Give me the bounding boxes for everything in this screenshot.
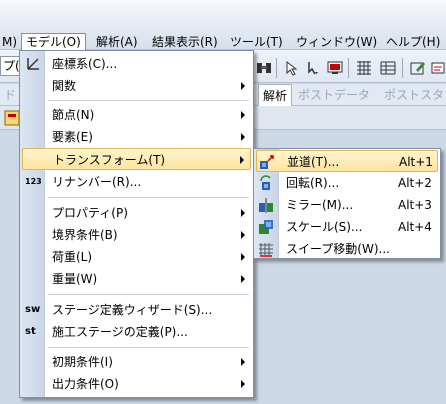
submenu-item-scale[interactable]: スケール(S)... Alt+4 <box>256 216 438 238</box>
menu-item-label: 施工ステージの定義(P)... <box>52 325 188 339</box>
renumber-icon: 123 <box>25 177 42 186</box>
menubar-item-partial[interactable]: M) <box>0 33 21 51</box>
model-menu: 座標系(C)... 関数 節点(N) 要素(E) トランスフォーム(T) 123… <box>19 50 254 398</box>
menu-item-label: 関数 <box>52 79 77 93</box>
menu-bar: M) モデル(O) 解析(A) 結果表示(R) ツール(T) ウィンドウ(W) … <box>0 0 446 51</box>
menu-item-functions[interactable]: 関数 <box>22 75 251 97</box>
menu-item-loads[interactable]: 荷重(L) <box>22 246 251 268</box>
submenu-item-label: スケール(S)... <box>286 220 363 234</box>
submenu-arrow-icon <box>241 82 245 90</box>
menu-item-properties[interactable]: プロパティ(P) <box>22 202 251 224</box>
menu-separator <box>48 197 249 198</box>
menu-item-label: リナンバー(R)... <box>52 175 142 189</box>
binoculars-icon[interactable] <box>256 60 272 76</box>
submenu-arrow-icon <box>241 380 245 388</box>
translate-icon <box>260 155 274 169</box>
menu-item-label: 要素(E) <box>52 130 93 144</box>
menu-item-construction-stage[interactable]: st 施工ステージの定義(P)... <box>22 321 251 343</box>
menu-item-label: 荷重(L) <box>52 250 93 264</box>
submenu-item-label: ミラー(M)... <box>286 198 354 212</box>
menu-item-boundary-conditions[interactable]: 境界条件(B) <box>22 224 251 246</box>
submenu-item-translate[interactable]: 並道(T)... Alt+1 <box>256 150 438 172</box>
submenu-arrow-icon <box>241 253 245 261</box>
menu-separator <box>48 347 249 348</box>
menu-item-label: 節点(N) <box>52 108 95 122</box>
shortcut-label: Alt+4 <box>398 220 432 234</box>
menu-item-nodes[interactable]: 節点(N) <box>22 104 251 126</box>
submenu-item-sweep[interactable]: スイープ移動(W)... <box>256 238 438 260</box>
menubar-item-window[interactable]: ウィンドウ(W) <box>292 33 381 51</box>
submenu-item-mirror[interactable]: ミラー(M)... Alt+3 <box>256 194 438 216</box>
menu-item-label: ステージ定義ウィザード(S)... <box>52 303 213 317</box>
toolbar-separator <box>348 58 349 78</box>
toolbar-separator <box>276 58 277 78</box>
menubar-item-model[interactable]: モデル(O) <box>21 33 86 51</box>
sweep-icon <box>259 243 273 257</box>
submenu-arrow-icon <box>241 209 245 217</box>
submenu-item-label: 並道(T)... <box>287 155 340 169</box>
monitor-icon[interactable] <box>327 60 343 76</box>
menu-item-weight[interactable]: 重量(W) <box>22 268 251 290</box>
menu-item-label: トランスフォーム(T) <box>53 153 166 167</box>
submenu-arrow-icon <box>241 275 245 283</box>
shortcut-label: Alt+2 <box>398 176 432 190</box>
scale-icon <box>259 220 273 234</box>
menubar-item-results[interactable]: 結果表示(R) <box>148 33 222 51</box>
menubar-item-help[interactable]: ヘルプ(H) <box>382 33 444 51</box>
menu-separator <box>48 100 249 101</box>
shortcut-label: Alt+3 <box>398 198 432 212</box>
menu-item-label: 境界条件(B) <box>52 228 118 242</box>
calculator-icon[interactable] <box>4 110 20 126</box>
menu-item-label: 座標系(C)... <box>52 57 118 71</box>
submenu-arrow-icon <box>241 358 245 366</box>
menu-item-label: 初期条件(I) <box>52 355 113 369</box>
rotate-icon <box>260 175 271 190</box>
stage-icon: st <box>25 326 36 337</box>
menubar-item-analysis[interactable]: 解析(A) <box>92 33 142 51</box>
menu-item-output-conditions[interactable]: 出力条件(O) <box>22 373 251 395</box>
grid-icon[interactable] <box>356 60 372 76</box>
menu-item-label: 出力条件(O) <box>52 377 119 391</box>
stage-wizard-icon: sw <box>25 304 41 315</box>
mirror-icon <box>259 198 273 213</box>
ribbon-tab-post-data[interactable]: ポストデータ <box>294 84 374 106</box>
ribbon-tab-post-style[interactable]: ポストスタ <box>380 84 446 106</box>
menu-item-label: プロパティ(P) <box>52 206 128 220</box>
shortcut-label: Alt+1 <box>399 155 433 169</box>
submenu-item-label: 回転(R)... <box>286 176 340 190</box>
ribbon-tab-analysis[interactable]: 解析 <box>258 84 293 106</box>
menu-item-initial-conditions[interactable]: 初期条件(I) <box>22 351 251 373</box>
toolbar-separator <box>402 58 403 78</box>
edit-icon[interactable] <box>410 60 426 76</box>
menu-item-label: 重量(W) <box>52 272 98 286</box>
transform-submenu: 並道(T)... Alt+1 回転(R)... Alt+2 ミラー(M)... … <box>253 148 441 259</box>
submenu-item-label: スイープ移動(W)... <box>286 242 390 256</box>
menu-separator <box>48 294 249 295</box>
menu-item-stage-wizard[interactable]: sw ステージ定義ウィザード(S)... <box>22 299 251 321</box>
table-icon[interactable] <box>380 60 396 76</box>
submenu-arrow-icon <box>240 156 244 164</box>
submenu-arrow-icon <box>241 133 245 141</box>
link-icon[interactable] <box>430 60 446 76</box>
menubar-item-tools[interactable]: ツール(T) <box>226 33 287 51</box>
menu-item-renumber[interactable]: 123 リナンバー(R)... <box>22 171 251 193</box>
pointer-icon[interactable] <box>284 60 300 76</box>
ribbon-tab-partial[interactable]: ド <box>0 84 20 106</box>
menu-item-transform[interactable]: トランスフォーム(T) <box>22 148 251 170</box>
submenu-item-rotate[interactable]: 回転(R)... Alt+2 <box>256 172 438 194</box>
cursor-select-icon[interactable] <box>305 60 321 76</box>
submenu-arrow-icon <box>241 231 245 239</box>
menu-item-coordinate-system[interactable]: 座標系(C)... <box>22 53 251 75</box>
submenu-arrow-icon <box>241 111 245 119</box>
menu-item-elements[interactable]: 要素(E) <box>22 126 251 148</box>
axis-icon <box>27 58 39 70</box>
